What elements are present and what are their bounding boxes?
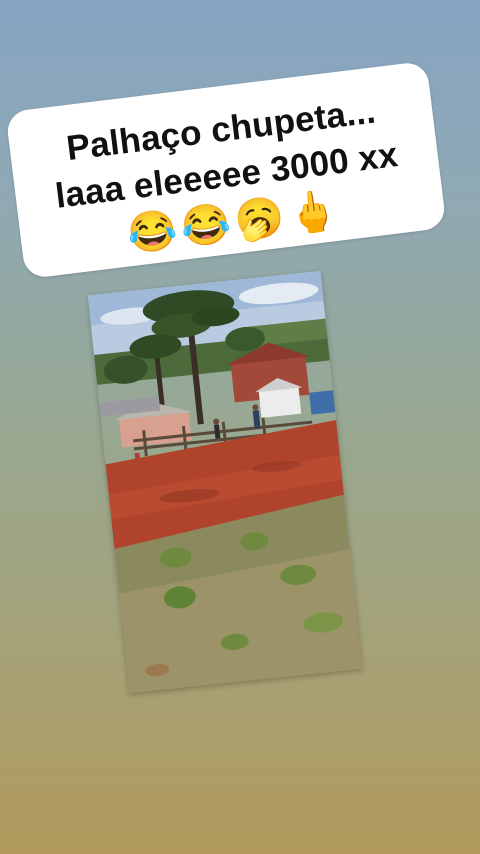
middle-finger-emoji-icon: 🖕 [285,187,340,238]
laughing-tears-emoji-icon: 😂 [124,207,180,258]
story-photo [87,270,363,694]
photo-image-icon [87,270,363,694]
yawning-face-emoji-icon: 🥱 [231,194,287,245]
story-canvas: Palhaço chupeta... laaa eleeeee 3000 xx … [0,0,480,854]
caption-sticker: Palhaço chupeta... laaa eleeeee 3000 xx … [5,60,447,280]
laughing-tears-emoji-icon: 😂 [178,201,234,251]
